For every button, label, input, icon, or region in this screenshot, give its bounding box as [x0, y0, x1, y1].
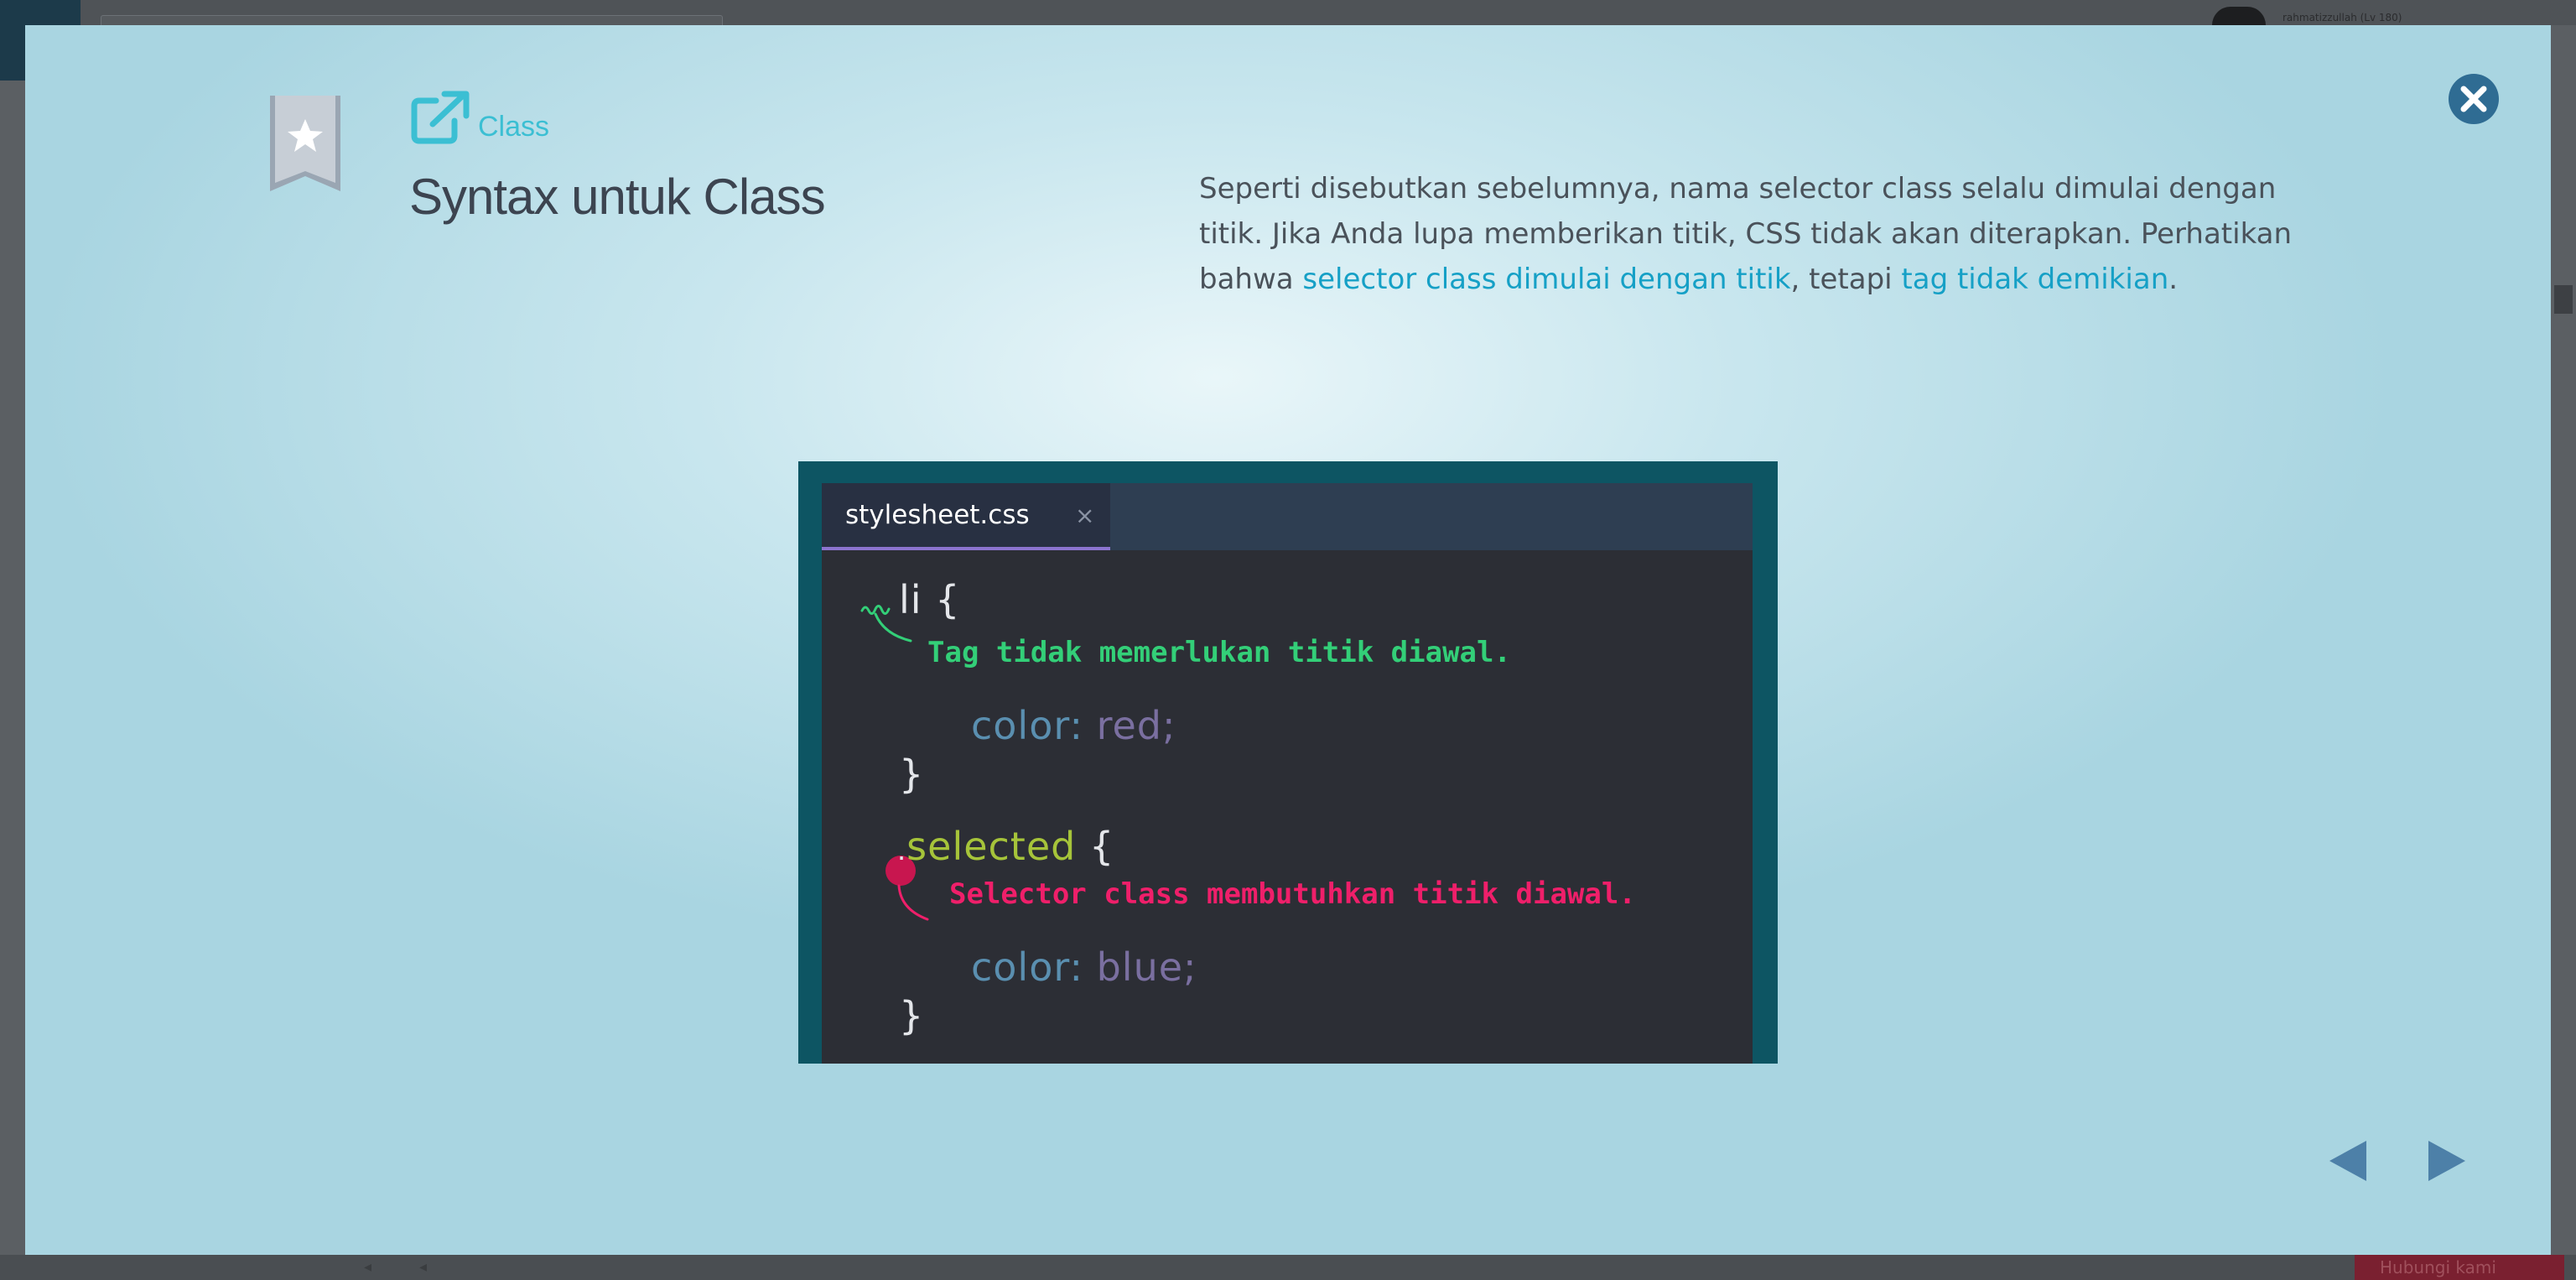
code-colon-2: :: [1069, 944, 1097, 990]
code-close-brace-2: }: [899, 993, 925, 1038]
triangle-right-icon[interactable]: [2425, 1136, 2470, 1186]
code-semicolon-2: ;: [1183, 944, 1197, 990]
code-property-2: color: [971, 944, 1070, 990]
background-username: rahmatizzullah (Lv 180): [2283, 12, 2402, 23]
highlight-tag[interactable]: tag tidak demikian: [1901, 263, 2168, 296]
note-tag: Tag tidak memerlukan titik diawal.: [927, 636, 1511, 669]
triangle-left-icon[interactable]: [2324, 1136, 2370, 1186]
close-icon[interactable]: [2447, 72, 2501, 126]
code-close-brace: }: [899, 752, 925, 797]
editor-tab-bar: stylesheet.css ×: [822, 483, 1753, 550]
code-open-brace-2: {: [1076, 824, 1115, 869]
description-text-2: , tetapi: [1790, 263, 1902, 296]
code-editor: stylesheet.css × li { Tag tidak memerluk…: [822, 483, 1753, 1064]
code-tag-selector: li: [899, 577, 922, 622]
tab-filename: stylesheet.css: [845, 500, 1030, 530]
code-illustration: stylesheet.css × li { Tag tidak memerluk…: [798, 461, 1778, 1064]
code-line-1: li {: [899, 577, 960, 622]
editor-tab: stylesheet.css ×: [822, 483, 1110, 550]
slide-modal: Class Syntax untuk Class Seperti disebut…: [25, 25, 2551, 1255]
slide-description: Seperti disebutkan sebelumnya, nama sele…: [1199, 166, 2298, 302]
code-value-red: red: [1096, 703, 1162, 748]
code-line-6: }: [899, 993, 924, 1038]
code-open-brace: {: [922, 577, 961, 622]
code-dot: .: [897, 835, 907, 866]
description-text-3: .: [2168, 263, 2179, 296]
note-class: Selector class membutuhkan titik diawal.: [949, 877, 1636, 911]
highlight-class-selector[interactable]: selector class dimulai dengan titik: [1302, 263, 1790, 296]
background-contact-button: Hubungi kami: [2355, 1255, 2564, 1280]
bookmark-star-icon[interactable]: [268, 96, 342, 193]
background-scrollbar-thumb: [2554, 285, 2573, 314]
breadcrumb-class[interactable]: Class: [478, 111, 549, 143]
external-link-icon[interactable]: [411, 91, 470, 144]
code-property: color: [971, 703, 1070, 748]
code-line-3: }: [899, 752, 924, 797]
background-scroll-right-icon: ◂: [419, 1258, 428, 1276]
tab-close-icon: ×: [1075, 502, 1095, 529]
code-line-4: .selected {: [897, 824, 1114, 869]
background-scroll-left-icon: ◂: [364, 1258, 372, 1276]
code-line-2: color: red;: [971, 703, 1176, 748]
code-semicolon: ;: [1162, 703, 1176, 748]
code-line-5: color: blue;: [971, 944, 1197, 990]
code-value-blue: blue: [1096, 944, 1184, 990]
code-colon: :: [1069, 703, 1097, 748]
background-bottom-bar: [0, 1255, 2576, 1280]
code-class-selector: selected: [906, 824, 1077, 869]
background-avatar: [2212, 7, 2266, 25]
slide-title: Syntax untuk Class: [409, 169, 826, 225]
